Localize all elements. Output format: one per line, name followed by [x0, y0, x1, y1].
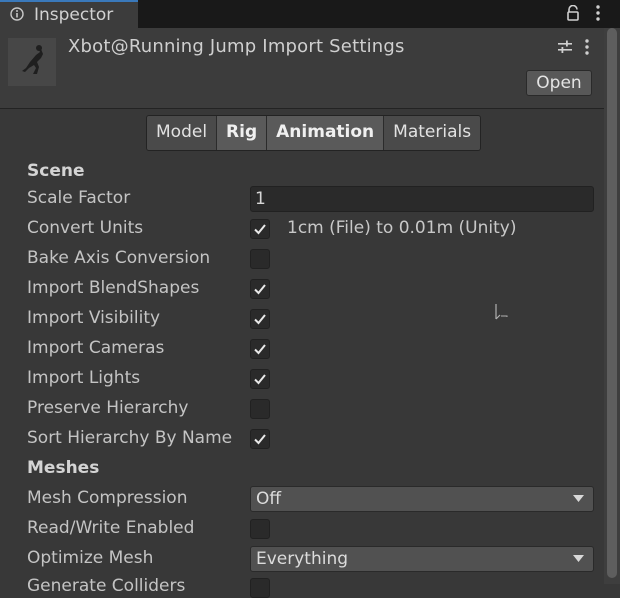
convert-units-note: 1cm (File) to 0.01m (Unity) [287, 218, 517, 238]
convert-units-label: Convert Units [27, 218, 144, 238]
import-blendshapes-checkbox[interactable] [250, 279, 270, 299]
scene-heading: Scene [27, 161, 85, 181]
scrollbar-thumb[interactable] [607, 28, 617, 578]
scrollbar[interactable] [604, 28, 620, 584]
open-button[interactable]: Open [526, 70, 592, 96]
model-thumbnail-icon [22, 45, 43, 74]
bake-axis-checkbox[interactable] [250, 249, 270, 269]
asset-title: Xbot@Running Jump Import Settings [68, 36, 405, 57]
dropdown-arrow-icon [573, 555, 584, 562]
import-lights-label: Import Lights [27, 368, 141, 388]
read-write-checkbox[interactable] [250, 519, 270, 539]
mesh-compression-label: Mesh Compression [27, 488, 188, 508]
importer-tabs: Model Rig Animation Materials [146, 115, 482, 151]
inspector-header: Xbot@Running Jump Import Settings Open [0, 28, 604, 109]
tab-animation[interactable]: Animation [267, 116, 385, 150]
checkmark-icon [254, 434, 266, 445]
mesh-compression-value: Off [256, 489, 282, 509]
sort-hierarchy-label: Sort Hierarchy By Name [27, 428, 233, 448]
info-icon [10, 7, 24, 21]
import-cameras-checkbox[interactable] [250, 339, 270, 359]
tab-rig[interactable]: Rig [217, 116, 268, 150]
optimize-mesh-dropdown[interactable]: Everything [250, 546, 594, 572]
more-icon[interactable] [584, 38, 590, 56]
import-cameras-label: Import Cameras [27, 338, 165, 358]
inspector-tab[interactable]: Inspector [0, 0, 138, 28]
checkmark-icon [254, 314, 266, 325]
more-icon[interactable] [594, 4, 602, 22]
generate-colliders-checkbox[interactable] [250, 578, 270, 598]
sort-hierarchy-checkbox[interactable] [250, 429, 270, 449]
dropdown-arrow-icon [573, 495, 584, 502]
lock-icon[interactable] [565, 5, 581, 21]
text-cursor-icon [495, 304, 508, 320]
scale-factor-input[interactable]: 1 [250, 186, 594, 212]
checkmark-icon [254, 224, 266, 235]
generate-colliders-label: Generate Colliders [27, 576, 186, 596]
tab-title: Inspector [34, 5, 114, 25]
presets-icon[interactable] [557, 39, 573, 55]
import-visibility-checkbox[interactable] [250, 309, 270, 329]
checkmark-icon [254, 284, 266, 295]
checkmark-icon [254, 374, 266, 385]
preserve-hierarchy-checkbox[interactable] [250, 399, 270, 419]
preserve-hierarchy-label: Preserve Hierarchy [27, 398, 189, 418]
import-visibility-label: Import Visibility [27, 308, 161, 328]
checkmark-icon [254, 344, 266, 355]
tab-model[interactable]: Model [147, 116, 218, 150]
tab-materials[interactable]: Materials [384, 116, 481, 150]
bake-axis-label: Bake Axis Conversion [27, 248, 211, 268]
optimize-mesh-value: Everything [256, 549, 349, 569]
mesh-compression-dropdown[interactable]: Off [250, 486, 594, 512]
optimize-mesh-label: Optimize Mesh [27, 548, 154, 568]
scale-factor-label: Scale Factor [27, 188, 131, 208]
convert-units-checkbox[interactable] [250, 219, 270, 239]
import-lights-checkbox[interactable] [250, 369, 270, 389]
meshes-heading: Meshes [27, 458, 100, 478]
import-blendshapes-label: Import BlendShapes [27, 278, 200, 298]
asset-thumbnail [8, 38, 56, 86]
window-tab-bar: Inspector [0, 0, 620, 28]
read-write-label: Read/Write Enabled [27, 518, 195, 538]
